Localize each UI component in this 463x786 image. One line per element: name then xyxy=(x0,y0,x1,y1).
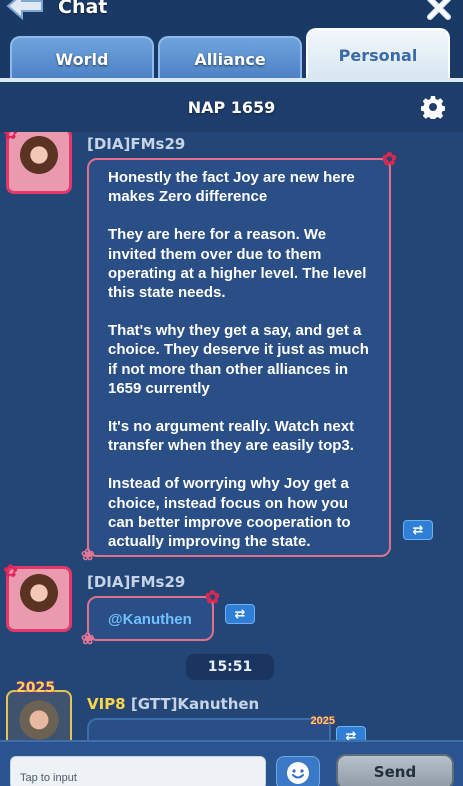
message-paragraph: It's no argument really. Watch next tran… xyxy=(108,418,355,455)
rose-decoration-icon: ✿ xyxy=(204,587,220,607)
sender-name: VIP8 [GTT]Kanuthen xyxy=(87,695,259,713)
rose-frame-icon: ✿ xyxy=(3,132,19,144)
rose-decoration-icon: ❀ xyxy=(81,630,95,648)
vip-badge: VIP8 xyxy=(87,695,126,713)
tab-world[interactable]: World xyxy=(10,36,154,80)
message-paragraph: Instead of worrying why Joy get a choice… xyxy=(108,475,351,551)
input-bar: Tap to input Send xyxy=(0,740,463,786)
tab-personal-label: Personal xyxy=(338,45,418,65)
avatar[interactable]: 2025 xyxy=(6,680,72,740)
sender-name: [DIA]FMs29 xyxy=(87,573,186,591)
tab-world-label: World xyxy=(55,49,109,69)
message-bubble[interactable]: ✿ @Kanuthen ❀ xyxy=(81,587,220,647)
translate-button[interactable]: ⇄ xyxy=(336,726,366,740)
send-button[interactable]: Send xyxy=(336,754,454,786)
swap-arrows-icon: ⇄ xyxy=(234,606,246,622)
avatar[interactable]: ✿ xyxy=(3,561,72,632)
message-paragraph: Honestly the fact Joy are new here makes… xyxy=(108,169,355,206)
close-icon[interactable] xyxy=(425,0,453,22)
tab-alliance-label: Alliance xyxy=(194,49,266,69)
timestamp: 15:51 xyxy=(186,654,274,680)
message-list[interactable]: ✿ [DIA]FMs29 ✿ Honestly the fact Joy are… xyxy=(0,132,463,740)
message-bubble[interactable]: ✿ Honestly the fact Joy are new here mak… xyxy=(81,149,397,563)
page-title: Chat xyxy=(58,0,108,18)
avatar-year-badge: 2025 xyxy=(16,680,55,696)
tab-alliance[interactable]: Alliance xyxy=(158,36,302,80)
message-paragraph: They are here for a reason. We invited t… xyxy=(108,226,367,302)
bubble-year-badge: 2025 xyxy=(310,715,335,727)
rose-decoration-icon: ✿ xyxy=(381,149,397,169)
sender-name-text: [GTT]Kanuthen xyxy=(130,695,260,713)
sender-name: [DIA]FMs29 xyxy=(87,135,186,153)
mention-link[interactable]: @Kanuthen xyxy=(108,611,192,628)
swap-arrows-icon: ⇄ xyxy=(412,522,424,538)
translate-button[interactable]: ⇄ xyxy=(225,604,255,624)
swap-arrows-icon: ⇄ xyxy=(345,728,357,741)
chat-header: Chat xyxy=(0,0,463,30)
room-title: NAP 1659 xyxy=(187,97,276,117)
smiley-icon xyxy=(287,762,309,784)
message-input[interactable]: Tap to input xyxy=(10,756,266,786)
gear-icon[interactable] xyxy=(421,95,445,119)
translate-button[interactable]: ⇄ xyxy=(403,520,433,540)
rose-decoration-icon: ❀ xyxy=(81,546,95,564)
message-paragraph: That's why they get a say, and get a cho… xyxy=(108,322,369,397)
back-arrow-icon[interactable] xyxy=(4,0,46,20)
avatar[interactable]: ✿ xyxy=(3,132,72,194)
message-bubble[interactable]: 2025 xyxy=(87,715,335,740)
emoji-button[interactable] xyxy=(276,756,320,786)
rose-frame-icon: ✿ xyxy=(3,561,19,582)
tab-personal[interactable]: Personal xyxy=(306,28,450,80)
room-header: NAP 1659 xyxy=(0,82,463,132)
tab-bar: World Alliance Personal xyxy=(0,28,463,82)
